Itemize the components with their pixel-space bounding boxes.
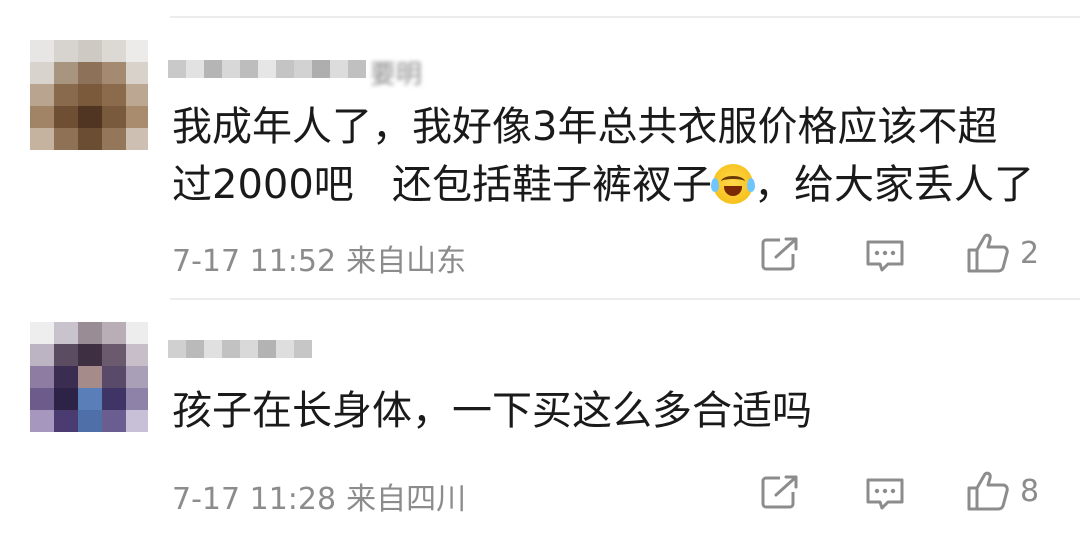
comment-time: 7-17 11:52 bbox=[172, 244, 337, 279]
laugh-cry-emoji-icon bbox=[710, 164, 755, 204]
like-button[interactable]: 2 bbox=[966, 232, 1039, 274]
comment-line: 我成年人了，我好像3年总共衣服价格应该不超 bbox=[172, 104, 998, 150]
username-tail: 要明 bbox=[370, 60, 423, 90]
share-button[interactable] bbox=[760, 474, 800, 510]
comment-location: 来自四川 bbox=[346, 482, 467, 517]
comment-meta: 7-17 11:52 来自山东 bbox=[172, 236, 466, 280]
share-icon bbox=[761, 237, 798, 271]
comment-icon bbox=[866, 478, 904, 510]
divider-top bbox=[170, 16, 1080, 18]
reply-button[interactable] bbox=[864, 238, 906, 274]
thumbs-up-icon bbox=[967, 233, 1009, 273]
comment-time: 7-17 11:28 bbox=[172, 482, 337, 517]
comment-line-text: 过2000吧 还包括鞋子裤衩子 bbox=[172, 162, 712, 208]
comment-text: 我成年人了，我好像3年总共衣服价格应该不超 过2000吧 还包括鞋子裤衩子 ，给大… bbox=[172, 98, 1034, 214]
like-button[interactable]: 8 bbox=[966, 470, 1039, 512]
thumbs-up-icon bbox=[967, 471, 1009, 511]
avatar[interactable] bbox=[30, 322, 148, 432]
share-icon bbox=[761, 475, 798, 509]
comment-line: 过2000吧 还包括鞋子裤衩子 ，给大家丢人了 bbox=[172, 156, 1034, 214]
username-blurred[interactable]: 要明 bbox=[168, 54, 438, 90]
share-button[interactable] bbox=[760, 236, 800, 272]
comment-meta: 7-17 11:28 来自四川 bbox=[172, 474, 466, 518]
comment-icon bbox=[866, 240, 904, 272]
comment-text: 孩子在长身体，一下买这么多合适吗 bbox=[172, 382, 812, 440]
like-count: 2 bbox=[1020, 235, 1040, 271]
divider bbox=[170, 298, 1080, 300]
comment-location: 来自山东 bbox=[346, 244, 467, 279]
comment-line: 孩子在长身体，一下买这么多合适吗 bbox=[172, 388, 812, 434]
username-blurred[interactable] bbox=[168, 334, 328, 370]
reply-button[interactable] bbox=[864, 476, 906, 512]
avatar[interactable] bbox=[30, 40, 148, 150]
comment-line-suffix: ，给大家丢人了 bbox=[753, 162, 1034, 208]
like-count: 8 bbox=[1020, 473, 1040, 509]
